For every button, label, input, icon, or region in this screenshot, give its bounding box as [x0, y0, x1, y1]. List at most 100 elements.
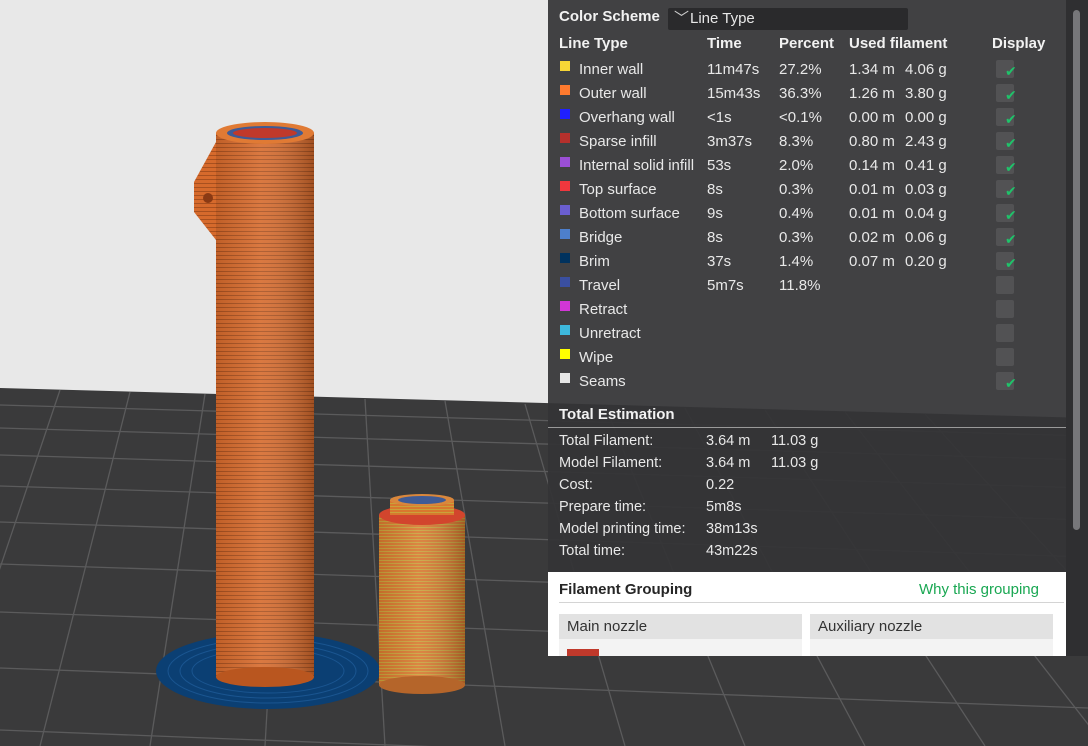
line-type-percent: <0.1% [779, 109, 822, 126]
estimation-value: 43m22s [706, 543, 758, 559]
header-time: Time [707, 35, 742, 52]
estimation-value: 38m13s [706, 521, 758, 537]
legend-header: Line Type Time Percent Used filament Dis… [548, 35, 1066, 57]
line-type-time: 5m7s [707, 277, 744, 294]
line-type-percent: 8.3% [779, 133, 814, 150]
display-checkbox[interactable]: ✔ [996, 372, 1017, 391]
line-type-time: 11m47s [707, 61, 760, 78]
line-type-row: Seams ✔ [548, 371, 1066, 395]
line-type-name: Internal solid infill [579, 157, 695, 174]
line-type-row: Sparse infill 3m37s 8.3% 0.80 m 2.43 g ✔ [548, 131, 1066, 155]
estimation-weight: 11.03 g [771, 455, 819, 471]
line-type-row: Bridge 8s 0.3% 0.02 m 0.06 g ✔ [548, 227, 1066, 251]
checkmark-icon: ✔ [1005, 159, 1017, 175]
legend-panel: Color Scheme ﹀Line Type Line Type Time P… [548, 0, 1066, 572]
display-checkbox[interactable] [996, 300, 1014, 318]
line-type-name: Unretract [579, 325, 641, 342]
line-type-length: 0.00 m [849, 109, 895, 126]
display-checkbox[interactable]: ✔ [996, 180, 1017, 199]
line-type-percent: 11.8% [779, 277, 821, 294]
color-scheme-value: Line Type [690, 10, 755, 27]
line-type-percent: 0.3% [779, 229, 814, 246]
divider [548, 427, 1066, 428]
display-checkbox[interactable]: ✔ [996, 252, 1017, 271]
estimation-value: 0.22 [706, 477, 735, 493]
line-type-name: Wipe [579, 349, 614, 366]
checkmark-icon: ✔ [1005, 231, 1017, 247]
display-checkbox[interactable]: ✔ [996, 84, 1017, 103]
color-swatch [560, 373, 570, 383]
line-type-weight: 0.20 g [905, 253, 947, 270]
display-checkbox[interactable]: ✔ [996, 60, 1017, 79]
checkmark-icon: ✔ [1005, 183, 1017, 199]
total-estimation-title: Total Estimation [559, 406, 675, 423]
color-swatch [560, 301, 570, 311]
why-this-grouping-link[interactable]: Why this grouping [919, 581, 1039, 598]
line-type-time: 9s [707, 205, 723, 222]
filament-grouping-panel: Filament Grouping Why this grouping Main… [548, 572, 1066, 656]
line-type-percent: 36.3% [779, 85, 822, 102]
color-swatch [560, 277, 570, 287]
line-type-percent: 2.0% [779, 157, 814, 174]
header-line-type: Line Type [559, 35, 628, 52]
legend-scrollbar[interactable] [1066, 0, 1088, 656]
checkmark-icon: ✔ [1005, 111, 1017, 127]
line-type-row: Outer wall 15m43s 36.3% 1.26 m 3.80 g ✔ [548, 83, 1066, 107]
color-scheme-label: Color Scheme [559, 8, 660, 25]
display-checkbox[interactable] [996, 348, 1014, 366]
display-checkbox[interactable]: ✔ [996, 204, 1017, 223]
line-type-name: Brim [579, 253, 610, 270]
line-type-time: 3m37s [707, 133, 753, 150]
estimation-row: Prepare time: 5m8s [548, 498, 1066, 520]
line-type-name: Outer wall [579, 85, 647, 102]
checkmark-icon: ✔ [1005, 207, 1017, 223]
line-type-row: Internal solid infill 53s 2.0% 0.14 m 0.41 g… [548, 155, 1066, 179]
checkmark-icon: ✔ [1005, 135, 1017, 151]
header-used-filament: Used filament [849, 35, 948, 52]
estimation-weight: 11.03 g [771, 433, 819, 449]
scrollbar-thumb[interactable] [1073, 10, 1080, 530]
main-nozzle-label: Main nozzle [559, 614, 802, 639]
display-checkbox[interactable]: ✔ [996, 156, 1017, 175]
line-type-name: Retract [579, 301, 628, 318]
color-scheme-select[interactable]: ﹀Line Type [668, 8, 908, 30]
line-type-name: Travel [579, 277, 621, 294]
line-type-name: Bottom surface [579, 205, 680, 222]
color-swatch [560, 85, 570, 95]
estimation-row: Total Filament: 3.64 m 11.03 g [548, 432, 1066, 454]
main-nozzle-box: Main nozzle [559, 614, 802, 656]
line-type-weight: 0.41 g [905, 157, 947, 174]
line-type-name: Bridge [579, 229, 623, 246]
line-type-row: Inner wall 11m47s 27.2% 1.34 m 4.06 g ✔ [548, 59, 1066, 83]
line-type-length: 1.34 m [849, 61, 895, 78]
display-checkbox[interactable] [996, 324, 1014, 342]
display-checkbox[interactable]: ✔ [996, 108, 1017, 127]
line-type-row: Brim 37s 1.4% 0.07 m 0.20 g ✔ [548, 251, 1066, 275]
color-swatch [560, 157, 570, 167]
auxiliary-nozzle-label: Auxiliary nozzle [810, 614, 1053, 639]
filament-chip[interactable] [567, 649, 599, 656]
line-type-time: 37s [707, 253, 732, 270]
divider [559, 602, 1064, 603]
line-type-name: Top surface [579, 181, 657, 198]
line-type-row: Travel 5m7s 11.8% [548, 275, 1066, 299]
color-swatch [560, 61, 570, 71]
display-checkbox[interactable]: ✔ [996, 132, 1017, 151]
line-type-weight: 4.06 g [905, 61, 947, 78]
line-type-row: Retract [548, 299, 1066, 323]
total-estimation-list: Total Filament: 3.64 m 11.03 g Model Filame… [548, 432, 1066, 564]
line-type-weight: 0.00 g [905, 109, 947, 126]
display-checkbox[interactable] [996, 276, 1014, 294]
display-checkbox[interactable]: ✔ [996, 228, 1017, 247]
line-type-list: Inner wall 11m47s 27.2% 1.34 m 4.06 g ✔ Outer … [548, 59, 1066, 395]
estimation-label: Model Filament: [559, 455, 663, 471]
checkmark-icon: ✔ [1005, 255, 1017, 271]
color-swatch [560, 253, 570, 263]
line-type-row: Top surface 8s 0.3% 0.01 m 0.03 g ✔ [548, 179, 1066, 203]
estimation-label: Total Filament: [559, 433, 654, 449]
line-type-length: 0.01 m [849, 205, 895, 222]
estimation-value: 3.64 m [706, 455, 751, 471]
line-type-name: Seams [579, 373, 626, 390]
color-swatch [560, 109, 570, 119]
checkmark-icon: ✔ [1005, 375, 1017, 391]
